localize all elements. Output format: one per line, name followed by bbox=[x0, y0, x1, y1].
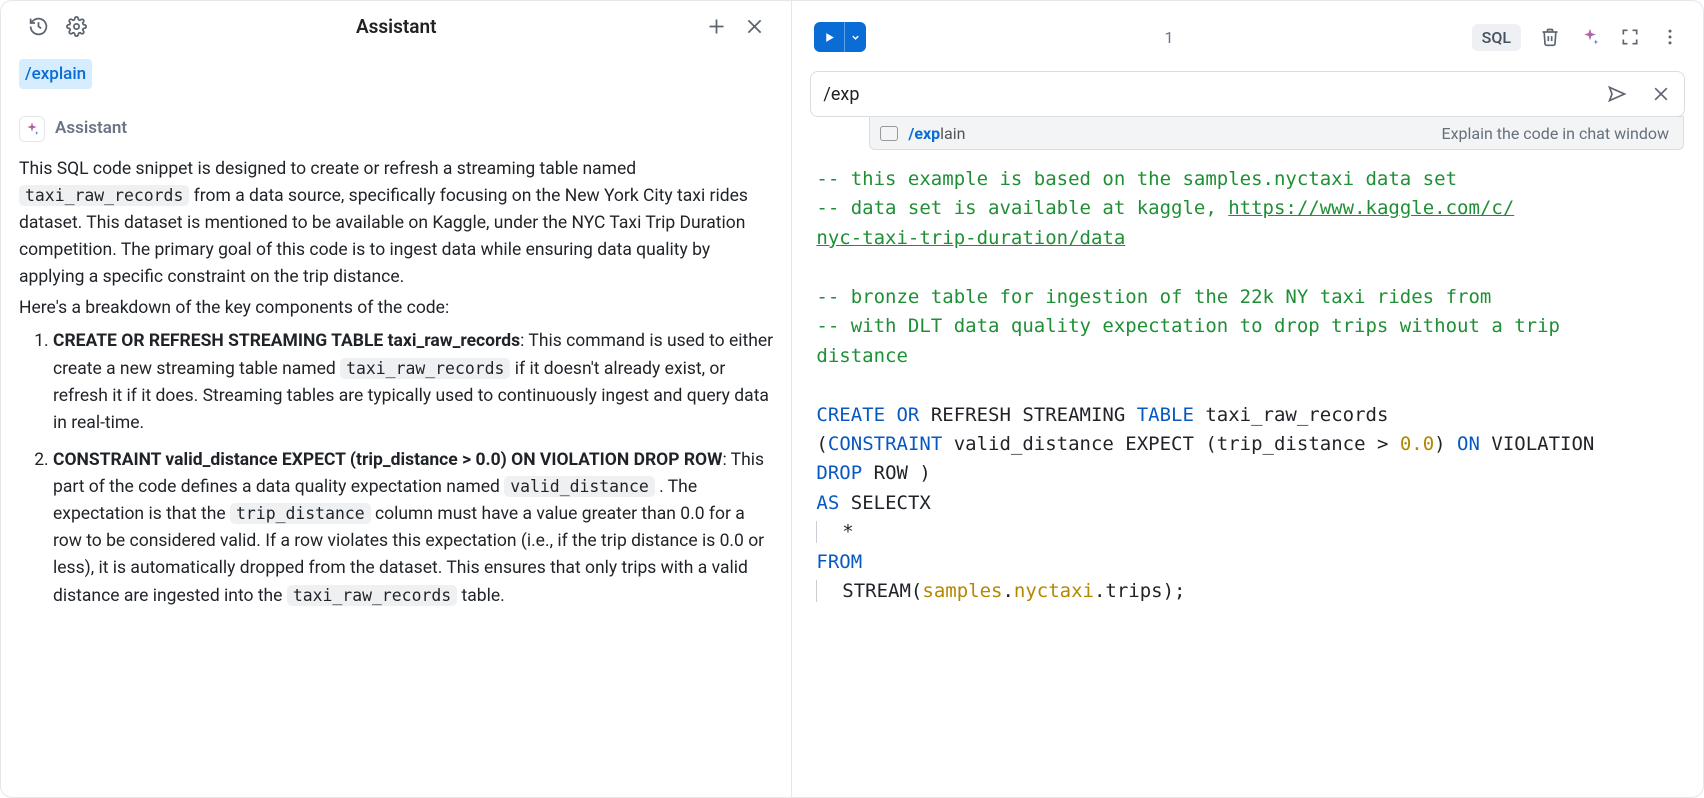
run-button[interactable] bbox=[814, 22, 866, 52]
code-text: ) bbox=[1434, 433, 1457, 455]
history-icon[interactable] bbox=[25, 13, 51, 39]
caret bbox=[816, 580, 817, 602]
language-pill[interactable]: SQL bbox=[1472, 24, 1521, 51]
autocomplete-popup[interactable]: /explain Explain the code in chat window bbox=[869, 116, 1684, 150]
code-ident: samples bbox=[922, 580, 1002, 602]
code-text: VIOLATION bbox=[1480, 433, 1594, 455]
editor-panel: 1 SQL /exp bbox=[792, 1, 1703, 797]
code-line: -- data set is available at kaggle, bbox=[816, 197, 1228, 219]
msg-para-code: taxi_raw_records bbox=[19, 185, 189, 206]
code-kw: CREATE OR bbox=[816, 404, 919, 426]
breakdown-intro: Here's a breakdown of the key components… bbox=[19, 295, 773, 322]
item2-code-c: taxi_raw_records bbox=[287, 585, 457, 606]
code-kw: AS bbox=[816, 492, 839, 514]
code-text: ROW ) bbox=[862, 462, 931, 484]
code-num: 0.0 bbox=[1400, 433, 1434, 455]
item1-bold: CREATE OR REFRESH STREAMING TABLE taxi_r… bbox=[53, 331, 520, 351]
assistant-label-row: Assistant bbox=[19, 115, 773, 141]
code-punc: ( bbox=[816, 433, 827, 455]
assistant-header: Assistant bbox=[1, 13, 791, 51]
code-ident: nyctaxi bbox=[1014, 580, 1094, 602]
expand-icon[interactable] bbox=[1619, 26, 1641, 48]
item2-code-b: trip_distance bbox=[230, 503, 371, 524]
close-icon[interactable] bbox=[741, 13, 767, 39]
code-text: valid_distance EXPECT (trip_distance > bbox=[942, 433, 1400, 455]
send-icon[interactable] bbox=[1606, 83, 1628, 105]
code-text: SELECTX bbox=[839, 492, 931, 514]
list-item: CONSTRAINT valid_distance EXPECT (trip_d… bbox=[53, 447, 773, 610]
code-punc: . bbox=[1002, 580, 1013, 602]
item2-text-d: table. bbox=[457, 586, 505, 606]
trash-icon[interactable] bbox=[1539, 26, 1561, 48]
plus-icon[interactable] bbox=[703, 13, 729, 39]
play-icon[interactable] bbox=[814, 22, 844, 52]
code-text: STREAM( bbox=[819, 580, 922, 602]
code-editor[interactable]: -- this example is based on the samples.… bbox=[810, 157, 1685, 615]
code-kw: ON bbox=[1457, 433, 1480, 455]
item2-code-a: valid_distance bbox=[504, 476, 655, 497]
item1-code: taxi_raw_records bbox=[340, 358, 510, 379]
code-text: * bbox=[819, 521, 853, 543]
panel-title: Assistant bbox=[95, 15, 697, 38]
close-icon[interactable] bbox=[1650, 83, 1672, 105]
sparkle-icon[interactable] bbox=[1579, 26, 1601, 48]
autocomplete-desc: Explain the code in chat window bbox=[1442, 124, 1670, 143]
autocomplete-command: /explain bbox=[908, 124, 965, 143]
sparkle-icon bbox=[19, 116, 45, 142]
code-line: -- with DLT data quality expectation to … bbox=[816, 315, 1560, 337]
code-text: taxi_raw_records bbox=[1194, 404, 1388, 426]
command-text: /exp bbox=[823, 84, 1606, 105]
assistant-command-input[interactable]: /exp /explain Explain the code in chat w… bbox=[810, 71, 1685, 117]
code-line: -- this example is based on the samples.… bbox=[816, 168, 1457, 190]
code-link[interactable]: https://www.kaggle.com/c/ bbox=[1228, 197, 1514, 219]
code-kw: TABLE bbox=[1137, 404, 1194, 426]
list-item: CREATE OR REFRESH STREAMING TABLE taxi_r… bbox=[53, 328, 773, 437]
gear-icon[interactable] bbox=[63, 13, 89, 39]
caret bbox=[816, 521, 817, 543]
msg-para-pre: This SQL code snippet is designed to cre… bbox=[19, 159, 636, 179]
code-line: -- bronze table for ingestion of the 22k… bbox=[816, 286, 1491, 308]
assistant-message: This SQL code snippet is designed to cre… bbox=[19, 156, 773, 610]
code-kw: DROP bbox=[816, 462, 862, 484]
code-kw: CONSTRAINT bbox=[828, 433, 942, 455]
kebab-icon[interactable] bbox=[1659, 26, 1681, 48]
cell-index: 1 bbox=[876, 28, 1461, 47]
chevron-down-icon[interactable] bbox=[844, 22, 866, 52]
assistant-panel: Assistant /explain Assistant This SQL co… bbox=[1, 1, 792, 797]
cell-toolbar: 1 SQL bbox=[810, 17, 1685, 57]
code-link[interactable]: nyc-taxi-trip-duration/data bbox=[816, 227, 1125, 249]
item2-bold: CONSTRAINT valid_distance EXPECT (trip_d… bbox=[53, 450, 722, 470]
keyboard-icon bbox=[880, 126, 898, 141]
code-kw: FROM bbox=[816, 551, 862, 573]
code-text: REFRESH STREAMING bbox=[919, 404, 1136, 426]
assistant-badge: Assistant bbox=[55, 115, 127, 141]
user-command-chip: /explain bbox=[19, 59, 92, 89]
code-text: .trips); bbox=[1094, 580, 1186, 602]
code-line: distance bbox=[816, 345, 908, 367]
